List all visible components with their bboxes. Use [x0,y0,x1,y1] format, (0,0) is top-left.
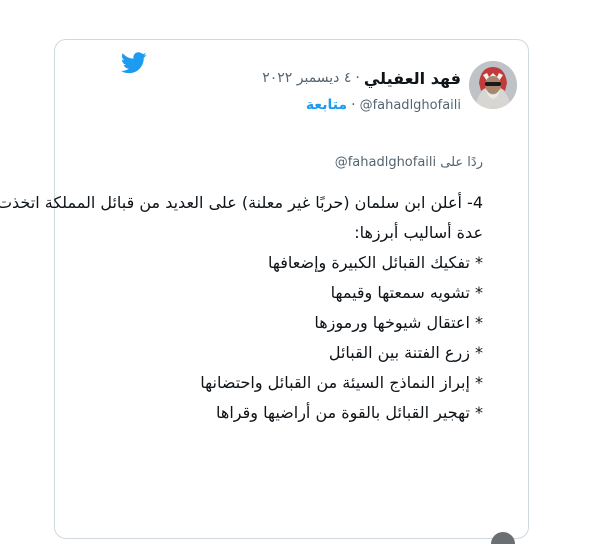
tweet-text-line: * تشويه سمعتها وقيمها [330,283,483,302]
follow-button[interactable]: متابعة [306,97,347,113]
handle-line: @fahadlghofaili · متابعة [161,94,461,116]
separator-dot: · [355,70,360,86]
tweet-text-line: 4- أعلن ابن سلمان (حربًا غير معلنة) على … [0,193,483,212]
embedded-avatar-partial [491,532,515,544]
tweet-text-line: * زرع الفتنة بين القبائل [328,343,483,362]
tweet-card[interactable]: فهد العفيلي · ٤ ديسمبر ٢٠٢٢ @fahadlghofa… [0,39,529,544]
tweet-body: 4- أعلن ابن سلمان (حربًا غير معلنة) على … [0,188,483,428]
tweet-text-line: * تهجير القبائل بالقوة من أراضيها وقراها [216,403,483,422]
tweet-text-line: * اعتقال شيوخها ورموزها [314,313,483,332]
author-line: فهد العفيلي · ٤ ديسمبر ٢٠٢٢ [161,68,461,88]
reply-context: ردًا على @fahadlghofaili [335,155,483,170]
tweet-text-line: عدة أساليب أبرزها: [354,223,483,242]
author-display-name[interactable]: فهد العفيلي [364,69,461,88]
avatar[interactable] [469,61,517,109]
reply-mention[interactable]: @fahadlghofaili [335,155,436,170]
author-handle[interactable]: @fahadlghofaili [360,98,461,113]
twitter-bird-icon[interactable] [121,52,147,74]
tweet-text-line: * إبراز النماذج السيئة من القبائل واحتضا… [200,373,483,392]
reply-prefix: ردًا على [440,155,483,170]
tweet-text-line: * تفكيك القبائل الكبيرة وإضعافها [268,253,483,272]
tweet-header: فهد العفيلي · ٤ ديسمبر ٢٠٢٢ @fahadlghofa… [161,68,461,116]
tweet-date[interactable]: ٤ ديسمبر ٢٠٢٢ [262,70,351,86]
separator-dot: · [351,97,356,113]
